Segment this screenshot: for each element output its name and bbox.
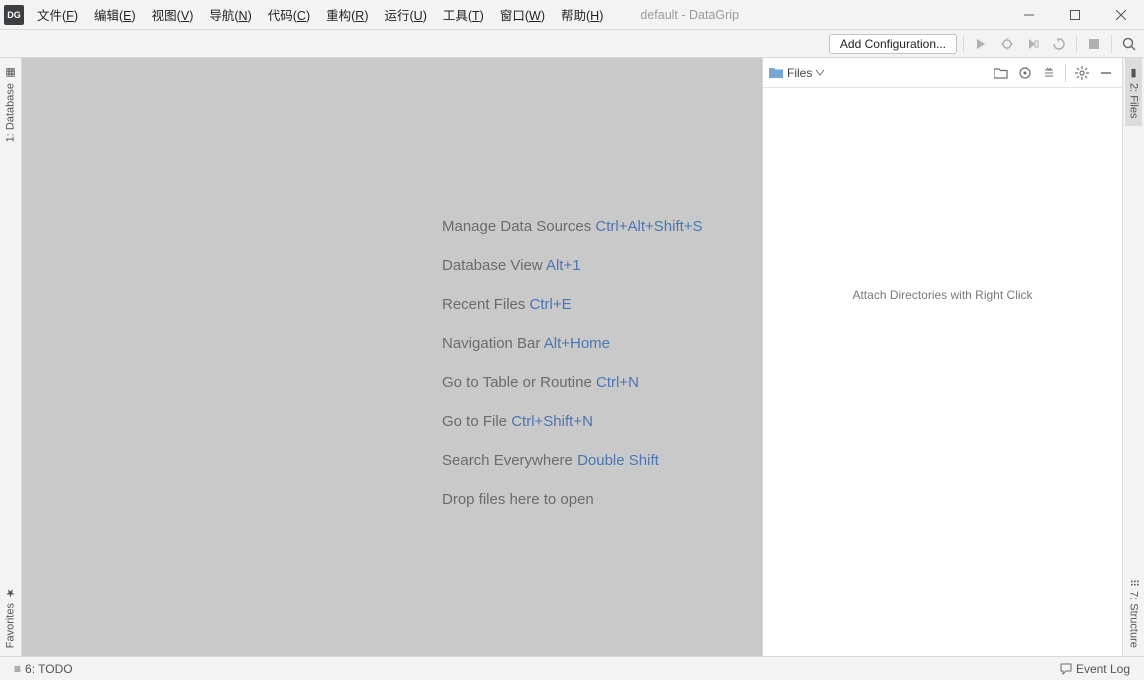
files-panel-header: Files (763, 58, 1122, 88)
menu-v[interactable]: 视图(V) (145, 1, 201, 28)
target-icon[interactable] (1015, 63, 1035, 83)
gear-icon[interactable] (1072, 63, 1092, 83)
debug-icon[interactable] (996, 33, 1018, 55)
update-icon[interactable] (1048, 33, 1070, 55)
hint-label: Go to File (442, 413, 511, 430)
hint-row: Manage Data Sources Ctrl+Alt+Shift+S (442, 218, 703, 235)
files-panel-body[interactable]: Attach Directories with Right Click (763, 88, 1122, 656)
add-configuration-button[interactable]: Add Configuration... (829, 34, 957, 54)
hint-label: Database View (442, 257, 546, 274)
files-panel-title[interactable]: Files (769, 66, 824, 80)
hint-label: Drop files here to open (442, 491, 594, 508)
speech-bubble-icon (1060, 663, 1072, 675)
right-tool-gutter: ▮ 2: Files ⠿ 7: Structure (1122, 58, 1144, 656)
editor-area: Manage Data Sources Ctrl+Alt+Shift+S Data… (22, 58, 1122, 656)
window-controls (1006, 0, 1144, 30)
database-tool-tab[interactable]: 1: Database ▦ (2, 58, 19, 150)
separator (1076, 35, 1077, 53)
star-icon: ★ (4, 586, 17, 599)
window-title: default - DataGrip (610, 8, 1006, 22)
stop-icon[interactable] (1083, 33, 1105, 55)
hint-row: Database View Alt+1 (442, 257, 703, 274)
structure-tool-tab[interactable]: ⠿ 7: Structure (1125, 571, 1142, 656)
close-button[interactable] (1098, 0, 1144, 30)
todo-status-item[interactable]: ≡ 6: TODO (8, 662, 79, 676)
structure-tool-label: 7: Structure (1128, 591, 1140, 648)
todo-label: 6: TODO (25, 662, 73, 676)
title-bar: DG 文件(F)编辑(E)视图(V)导航(N)代码(C)重构(R)运行(U)工具… (0, 0, 1144, 30)
favorites-tool-tab[interactable]: Favorites ★ (2, 578, 19, 656)
hint-row: Search Everywhere Double Shift (442, 452, 703, 469)
hint-shortcut: Alt+1 (546, 257, 581, 274)
database-tool-label: 1: Database (5, 83, 17, 142)
menu-n[interactable]: 导航(N) (202, 1, 258, 28)
separator (1065, 64, 1066, 82)
minimize-panel-icon[interactable] (1096, 63, 1116, 83)
hint-shortcut: Ctrl+E (530, 296, 572, 313)
hint-label: Manage Data Sources (442, 218, 595, 235)
maximize-button[interactable] (1052, 0, 1098, 30)
files-tool-tab[interactable]: ▮ 2: Files (1125, 58, 1142, 126)
minimize-button[interactable] (1006, 0, 1052, 30)
status-bar: ≡ 6: TODO Event Log (0, 656, 1144, 680)
folder-icon: ▮ (1127, 66, 1140, 79)
files-tool-label: 2: Files (1128, 83, 1140, 118)
welcome-hints: Manage Data Sources Ctrl+Alt+Shift+S Data… (442, 218, 703, 530)
run-icon[interactable] (970, 33, 992, 55)
event-log-label: Event Log (1076, 662, 1130, 676)
toolbar: Add Configuration... (0, 30, 1144, 58)
hint-shortcut: Ctrl+Alt+Shift+S (595, 218, 702, 235)
menu-h[interactable]: 帮助(H) (554, 1, 610, 28)
hint-label: Navigation Bar (442, 335, 544, 352)
hint-label: Recent Files (442, 296, 530, 313)
hint-row: Navigation Bar Alt+Home (442, 335, 703, 352)
event-log-item[interactable]: Event Log (1054, 662, 1136, 676)
menu-t[interactable]: 工具(T) (436, 1, 491, 28)
hint-row: Recent Files Ctrl+E (442, 296, 703, 313)
menu-w[interactable]: 窗口(W) (493, 1, 552, 28)
app-icon: DG (4, 5, 24, 25)
favorites-tool-label: Favorites (5, 603, 17, 648)
menu-c[interactable]: 代码(C) (261, 1, 317, 28)
body: 1: Database ▦ Favorites ★ Manage Data So… (0, 58, 1144, 656)
hint-shortcut: Ctrl+Shift+N (511, 413, 593, 430)
left-tool-gutter: 1: Database ▦ Favorites ★ (0, 58, 22, 656)
run-with-coverage-icon[interactable] (1022, 33, 1044, 55)
hint-row: Drop files here to open (442, 491, 703, 508)
files-panel: Files Attach Directories with Right Clic… (762, 58, 1122, 656)
database-icon: ▦ (4, 66, 17, 79)
folder-icon (769, 67, 783, 79)
hint-row: Go to Table or Routine Ctrl+N (442, 374, 703, 391)
separator (963, 35, 964, 53)
hint-shortcut: Ctrl+N (596, 374, 639, 391)
search-icon[interactable] (1118, 33, 1140, 55)
open-folder-icon[interactable] (991, 63, 1011, 83)
menu-u[interactable]: 运行(U) (377, 1, 433, 28)
hint-label: Go to Table or Routine (442, 374, 596, 391)
separator (1111, 35, 1112, 53)
hint-shortcut: Double Shift (577, 452, 659, 469)
hint-label: Search Everywhere (442, 452, 577, 469)
menu-f[interactable]: 文件(F) (30, 1, 85, 28)
hint-shortcut: Alt+Home (544, 335, 610, 352)
menu-e[interactable]: 编辑(E) (87, 1, 143, 28)
files-panel-title-text: Files (787, 66, 812, 80)
menu-r[interactable]: 重构(R) (319, 1, 375, 28)
files-empty-text: Attach Directories with Right Click (852, 288, 1032, 302)
list-icon: ≡ (14, 662, 21, 676)
collapse-all-icon[interactable] (1039, 63, 1059, 83)
hint-row: Go to File Ctrl+Shift+N (442, 413, 703, 430)
chevron-down-icon (816, 70, 824, 76)
structure-icon: ⠿ (1127, 579, 1140, 587)
main-menu: 文件(F)编辑(E)视图(V)导航(N)代码(C)重构(R)运行(U)工具(T)… (30, 1, 610, 28)
